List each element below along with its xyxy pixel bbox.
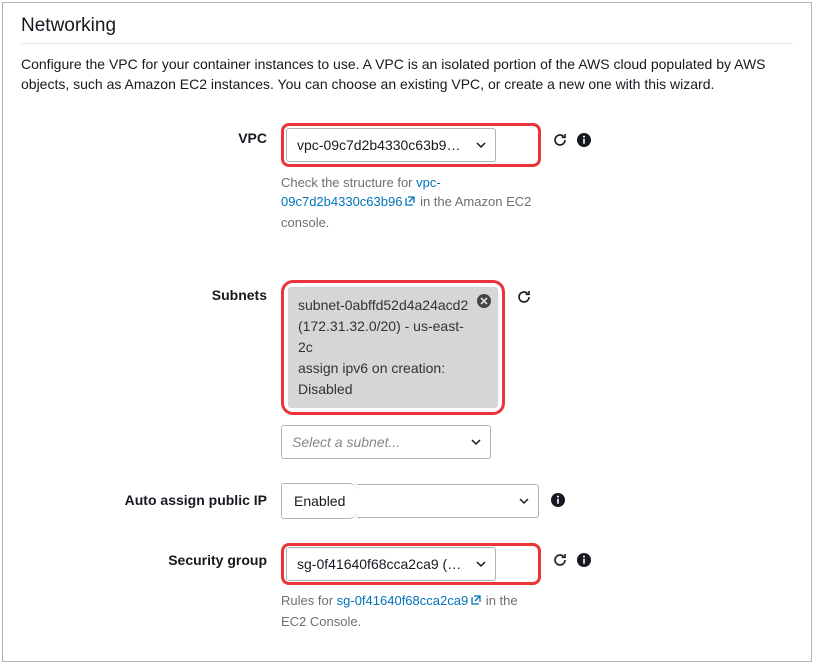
chevron-down-icon: [470, 436, 482, 448]
subnets-highlight: subnet-0abffd52d4a24acd2 (172.31.32.0/20…: [281, 280, 505, 415]
subnet-cidr-az: (172.31.32.0/20) - us-east-2c: [298, 318, 464, 355]
refresh-icon[interactable]: [551, 131, 569, 149]
refresh-icon[interactable]: [551, 551, 569, 569]
chevron-down-icon: [475, 558, 487, 570]
vpc-selected-value: vpc-09c7d2b4330c63b9…: [297, 137, 460, 153]
panel-description: Configure the VPC for your container ins…: [21, 54, 793, 95]
auto-ip-label: Auto assign public IP: [21, 483, 281, 508]
remove-subnet-icon[interactable]: [476, 293, 492, 315]
sg-hint: Rules for sg-0f41640f68cca2ca9 in the EC…: [281, 591, 541, 631]
networking-panel: Networking Configure the VPC for your co…: [2, 2, 812, 662]
sg-select[interactable]: sg-0f41640f68cca2ca9 (…: [286, 547, 496, 581]
subnets-label: Subnets: [21, 280, 281, 303]
info-icon[interactable]: [575, 551, 593, 569]
subnet-id: subnet-0abffd52d4a24acd2: [298, 297, 468, 313]
auto-ip-highlight: Enabled: [281, 483, 357, 519]
vpc-row: VPC vpc-09c7d2b4330c63b9… Check the stru…: [21, 123, 793, 233]
sg-row: Security group sg-0f41640f68cca2ca9 (… R…: [21, 543, 793, 631]
info-icon[interactable]: [575, 131, 593, 149]
external-link-icon: [404, 193, 416, 213]
auto-ip-value: Enabled: [284, 486, 355, 516]
external-link-icon: [470, 592, 482, 612]
sg-selected-value: sg-0f41640f68cca2ca9 (…: [297, 556, 461, 572]
chevron-down-icon: [475, 139, 487, 151]
auto-ip-select[interactable]: Enabled: [281, 483, 539, 519]
vpc-select[interactable]: vpc-09c7d2b4330c63b9…: [286, 128, 496, 162]
subnets-row: Subnets subnet-0abffd52d4a24acd2 (172.31…: [21, 280, 793, 459]
sg-label: Security group: [21, 543, 281, 568]
refresh-icon[interactable]: [515, 288, 533, 306]
panel-title: Networking: [21, 15, 793, 44]
vpc-hint: Check the structure for vpc-09c7d2b4330c…: [281, 173, 541, 233]
subnet-selected-item: subnet-0abffd52d4a24acd2 (172.31.32.0/20…: [288, 287, 498, 408]
subnet-ipv6: assign ipv6 on creation: Disabled: [298, 360, 445, 397]
vpc-label: VPC: [21, 123, 281, 146]
chevron-down-icon: [518, 495, 530, 507]
vpc-highlight: vpc-09c7d2b4330c63b9…: [281, 123, 541, 167]
subnet-select[interactable]: Select a subnet...: [281, 425, 491, 459]
subnet-placeholder: Select a subnet...: [292, 434, 400, 450]
info-icon[interactable]: [549, 491, 567, 509]
sg-link[interactable]: sg-0f41640f68cca2ca9: [337, 593, 483, 608]
auto-ip-row: Auto assign public IP Enabled: [21, 483, 793, 519]
sg-highlight: sg-0f41640f68cca2ca9 (…: [281, 543, 541, 585]
